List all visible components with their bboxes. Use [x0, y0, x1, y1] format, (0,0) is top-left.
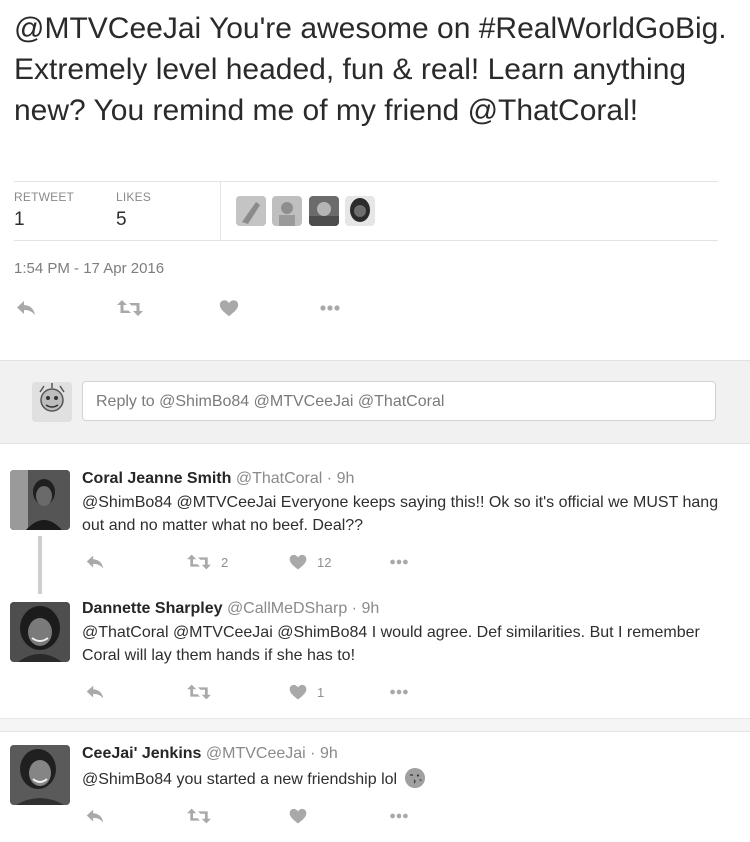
thread-gap — [0, 719, 750, 731]
reply-icon — [84, 681, 106, 703]
retweet-button[interactable] — [116, 296, 144, 320]
display-name[interactable]: Coral Jeanne Smith — [82, 470, 231, 487]
thread-connector — [38, 536, 42, 594]
likes-count[interactable]: 5 — [116, 209, 127, 231]
reply-text: @ShimBo84 @MTVCeeJai Everyone keeps sayi… — [82, 494, 719, 534]
like-count: 12 — [317, 554, 332, 570]
heart-icon — [288, 682, 308, 702]
retweet-button[interactable] — [186, 680, 212, 704]
reply-composer: Reply to @ShimBo84 @MTVCeeJai @ThatCoral — [0, 360, 750, 444]
more-button[interactable] — [388, 550, 410, 574]
reply-icon — [14, 296, 38, 320]
reply-text: @ThatCoral @MTVCeeJai @ShimBo84 I would … — [82, 624, 700, 664]
retweet-icon — [186, 551, 212, 573]
likes-label: LIKES — [116, 190, 152, 204]
reply-button[interactable] — [84, 680, 106, 704]
avatar — [32, 382, 72, 422]
kiss-face-emoji — [404, 768, 425, 788]
tweet-timestamp[interactable]: 1:54 PM - 17 Apr 2016 — [14, 260, 164, 277]
liker-avatar[interactable] — [345, 196, 375, 226]
like-button[interactable] — [288, 804, 308, 828]
liker-avatar[interactable] — [272, 196, 302, 226]
tweet-text: @MTVCeeJai You're awesome on #RealWorldG… — [14, 12, 727, 127]
reply-button[interactable] — [14, 296, 38, 320]
retweet-label: RETWEET — [14, 190, 75, 204]
reply-text-container: @ShimBo84 you started a new friendship l… — [82, 768, 732, 791]
more-button[interactable] — [318, 296, 342, 320]
avatar[interactable] — [10, 745, 70, 805]
more-button[interactable] — [388, 804, 410, 828]
heart-icon — [218, 297, 240, 319]
liker-avatar[interactable] — [309, 196, 339, 226]
retweet-button[interactable] — [186, 804, 212, 828]
divider — [14, 181, 718, 182]
reply-text: @ShimBo84 you started a new friendship l… — [82, 771, 398, 788]
reply-input[interactable]: Reply to @ShimBo84 @MTVCeeJai @ThatCoral — [82, 381, 716, 421]
stats-separator — [220, 182, 221, 240]
more-button[interactable] — [388, 680, 410, 704]
more-icon — [388, 805, 410, 827]
more-icon — [388, 681, 410, 703]
reply-header: CeeJai' Jenkins @MTVCeeJai · 9h — [82, 745, 338, 762]
avatar[interactable] — [10, 470, 70, 530]
heart-icon — [288, 806, 308, 826]
tweet-actions — [0, 296, 750, 320]
like-button[interactable]: 1 — [288, 680, 324, 704]
heart-icon — [288, 552, 308, 572]
retweet-icon — [186, 681, 212, 703]
reply-icon — [84, 805, 106, 827]
retweet-count: 2 — [221, 554, 229, 570]
divider — [14, 240, 718, 241]
avatar[interactable] — [10, 602, 70, 662]
handle[interactable]: @ThatCoral — [236, 470, 323, 487]
handle[interactable]: @MTVCeeJai — [206, 745, 306, 762]
retweet-count[interactable]: 1 — [14, 209, 25, 231]
retweet-icon — [116, 296, 144, 320]
like-button[interactable] — [218, 296, 240, 320]
reply-icon — [84, 551, 106, 573]
reply-time[interactable]: 9h — [337, 470, 355, 487]
divider — [0, 731, 750, 732]
reply-button[interactable] — [84, 804, 106, 828]
reply-actions: 2 12 — [0, 550, 750, 574]
display-name[interactable]: Dannette Sharpley — [82, 600, 222, 617]
reply-header: Coral Jeanne Smith @ThatCoral · 9h — [82, 470, 355, 487]
display-name[interactable]: CeeJai' Jenkins — [82, 745, 201, 762]
like-button[interactable]: 12 — [288, 550, 331, 574]
reply-button[interactable] — [84, 550, 106, 574]
like-count: 1 — [317, 684, 325, 700]
more-icon — [388, 551, 410, 573]
reply-header: Dannette Sharpley @CallMeDSharp · 9h — [82, 600, 380, 617]
reply-time[interactable]: 9h — [361, 600, 379, 617]
retweet-button[interactable]: 2 — [186, 550, 228, 574]
more-icon — [318, 296, 342, 320]
handle[interactable]: @CallMeDSharp — [227, 600, 347, 617]
retweet-icon — [186, 805, 212, 827]
reply-actions — [0, 804, 750, 828]
liker-avatar[interactable] — [236, 196, 266, 226]
reply-actions: 1 — [0, 680, 750, 704]
reply-time[interactable]: 9h — [320, 745, 338, 762]
